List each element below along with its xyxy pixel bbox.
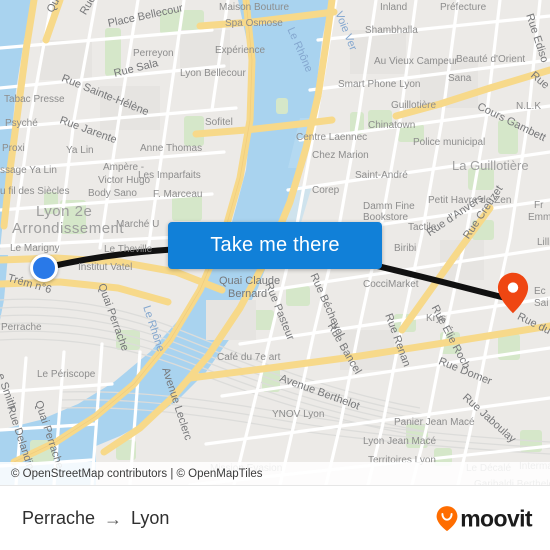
attribution-text: © OpenStreetMap contributors | © OpenMap… [11,467,263,480]
map-canvas[interactable]: Maison Bouture Spa Osmose Expérience Lyon B… [0,0,550,485]
moovit-wordmark: moovit [460,505,532,531]
moovit-map-screen: Maison Bouture Spa Osmose Expérience Lyon B… [0,0,550,550]
route-summary: Perrache → Lyon [0,508,169,529]
moovit-logo[interactable]: moovit [436,505,533,532]
moovit-pin-icon [436,506,458,532]
take-me-there-button[interactable]: Take me there [168,222,382,269]
destination-marker-pin[interactable] [497,272,529,314]
footer-bar: Perrache → Lyon moovit [0,485,550,550]
arrow-right-icon: → [104,508,123,529]
take-me-there-label: Take me there [210,234,340,256]
map-attribution: © OpenStreetMap contributors | © OpenMap… [0,462,550,485]
route-destination-label: Lyon [131,508,170,528]
route-origin-label: Perrache [22,508,96,528]
origin-marker-dot[interactable] [30,254,58,282]
